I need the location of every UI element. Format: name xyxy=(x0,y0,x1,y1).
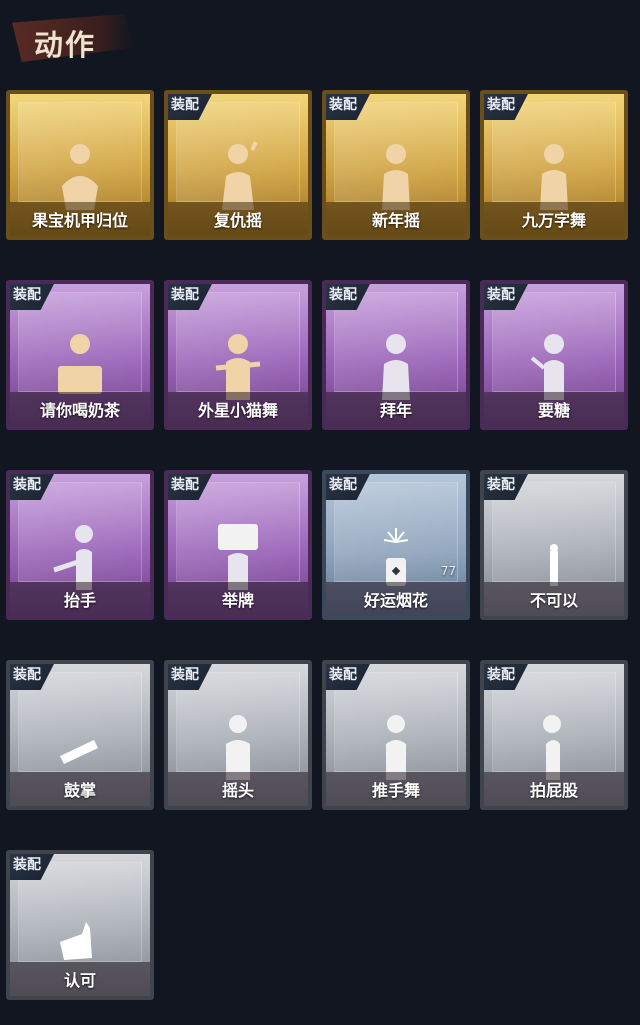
equipped-tag: 装配 xyxy=(484,94,529,120)
emote-card[interactable]: 装配 外星小猫舞 xyxy=(164,280,312,430)
equipped-tag-text: 装配 xyxy=(13,857,41,873)
label-bar: 拍屁股 xyxy=(484,772,624,806)
emote-name: 举牌 xyxy=(221,591,254,610)
emote-card[interactable]: 装配 拜年 xyxy=(322,280,470,430)
label-bar: 请你喝奶茶 xyxy=(10,392,150,426)
emote-grid: 果宝机甲归位 装配 复仇摇 装配 新年摇 装配 九万字舞 装配 请你喝奶茶 装配… xyxy=(6,90,628,1000)
emote-card[interactable]: 装配 抬手 xyxy=(6,470,154,620)
equipped-tag-text: 装配 xyxy=(487,667,515,683)
label-bar: 摇头 xyxy=(168,772,308,806)
emote-card[interactable]: 装配 77 好运烟花 xyxy=(322,470,470,620)
emote-name: 拍屁股 xyxy=(529,781,578,800)
emote-name: 好运烟花 xyxy=(363,591,428,610)
emote-card[interactable]: 装配 不可以 xyxy=(480,470,628,620)
label-bar: 认可 xyxy=(10,962,150,996)
equipped-tag: 装配 xyxy=(10,284,55,310)
equipped-tag: 装配 xyxy=(484,664,529,690)
emote-name: 九万字舞 xyxy=(521,211,586,230)
quantity-count: 77 xyxy=(440,564,456,578)
equipped-tag-text: 装配 xyxy=(487,97,515,113)
label-bar: 好运烟花 xyxy=(326,582,466,616)
emote-card[interactable]: 装配 举牌 xyxy=(164,470,312,620)
label-bar: 新年摇 xyxy=(326,202,466,236)
emote-name: 拜年 xyxy=(379,401,412,420)
equipped-tag: 装配 xyxy=(10,854,55,880)
equipped-tag-text: 装配 xyxy=(13,287,41,303)
equipped-tag-text: 装配 xyxy=(171,287,199,303)
emote-name: 外星小猫舞 xyxy=(197,401,278,420)
emote-name: 请你喝奶茶 xyxy=(39,401,120,420)
emote-card[interactable]: 装配 推手舞 xyxy=(322,660,470,810)
equipped-tag-text: 装配 xyxy=(171,477,199,493)
label-bar: 推手舞 xyxy=(326,772,466,806)
emote-name: 新年摇 xyxy=(371,211,420,230)
emote-card[interactable]: 装配 要糖 xyxy=(480,280,628,430)
equipped-tag-text: 装配 xyxy=(329,287,357,303)
emote-card[interactable]: 装配 新年摇 xyxy=(322,90,470,240)
equipped-tag: 装配 xyxy=(484,474,529,500)
equipped-tag-text: 装配 xyxy=(487,287,515,303)
emote-name: 要糖 xyxy=(537,401,570,420)
equipped-tag-text: 装配 xyxy=(329,667,357,683)
equipped-tag: 装配 xyxy=(326,474,371,500)
emote-name: 抬手 xyxy=(63,591,96,610)
label-bar: 九万字舞 xyxy=(484,202,624,236)
label-bar: 举牌 xyxy=(168,582,308,616)
label-bar: 果宝机甲归位 xyxy=(10,202,150,236)
emote-name: 复仇摇 xyxy=(213,211,262,230)
equipped-tag-text: 装配 xyxy=(171,667,199,683)
label-bar: 外星小猫舞 xyxy=(168,392,308,426)
equipped-tag: 装配 xyxy=(168,94,213,120)
emote-card[interactable]: 装配 请你喝奶茶 xyxy=(6,280,154,430)
emote-name: 推手舞 xyxy=(371,781,420,800)
label-bar: 拜年 xyxy=(326,392,466,426)
emote-name: 摇头 xyxy=(221,781,254,800)
label-bar: 鼓掌 xyxy=(10,772,150,806)
label-bar: 复仇摇 xyxy=(168,202,308,236)
emote-card[interactable]: 装配 拍屁股 xyxy=(480,660,628,810)
equipped-tag-text: 装配 xyxy=(13,477,41,493)
emote-name: 鼓掌 xyxy=(63,781,96,800)
emote-name: 认可 xyxy=(63,971,96,990)
equipped-tag-text: 装配 xyxy=(487,477,515,493)
equipped-tag: 装配 xyxy=(168,664,213,690)
equipped-tag: 装配 xyxy=(326,664,371,690)
emote-card[interactable]: 装配 认可 xyxy=(6,850,154,1000)
emote-card[interactable]: 装配 九万字舞 xyxy=(480,90,628,240)
equipped-tag-text: 装配 xyxy=(329,97,357,113)
emote-name: 果宝机甲归位 xyxy=(31,211,128,230)
emote-card[interactable]: 装配 鼓掌 xyxy=(6,660,154,810)
page-title: 动作 xyxy=(34,28,97,62)
equipped-tag: 装配 xyxy=(484,284,529,310)
equipped-tag: 装配 xyxy=(168,284,213,310)
equipped-tag: 装配 xyxy=(326,94,371,120)
emote-name: 不可以 xyxy=(529,591,578,610)
equipped-tag-text: 装配 xyxy=(171,97,199,113)
equipped-tag: 装配 xyxy=(10,664,55,690)
equipped-tag-text: 装配 xyxy=(329,477,357,493)
equipped-tag: 装配 xyxy=(10,474,55,500)
emote-card[interactable]: 装配 摇头 xyxy=(164,660,312,810)
equipped-tag-text: 装配 xyxy=(13,667,41,683)
label-bar: 抬手 xyxy=(10,582,150,616)
label-bar: 不可以 xyxy=(484,582,624,616)
equipped-tag: 装配 xyxy=(326,284,371,310)
equipped-tag: 装配 xyxy=(168,474,213,500)
label-bar: 要糖 xyxy=(484,392,624,426)
emote-card[interactable]: 装配 复仇摇 xyxy=(164,90,312,240)
emote-card[interactable]: 果宝机甲归位 xyxy=(6,90,154,240)
